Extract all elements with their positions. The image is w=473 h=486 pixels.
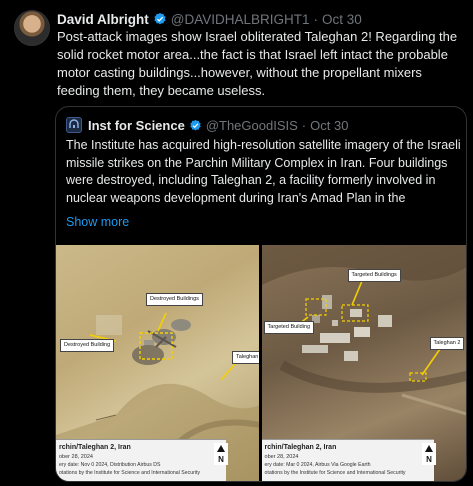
caption-title: rchin/Taleghan 2, Iran xyxy=(59,444,131,451)
image-caption: rchin/Taleghan 2, Iran ober 28, 2024 ery… xyxy=(56,439,226,481)
institute-logo-icon xyxy=(66,117,82,133)
author-name[interactable]: David Albright xyxy=(57,12,149,27)
tag-destroyed-building: Destroyed Building xyxy=(60,339,115,352)
caption-date: ober 28, 2024 xyxy=(59,454,93,460)
caption-credit: ery date: Mar 0 2024, Airbus Via Google … xyxy=(264,462,371,468)
quote-time[interactable]: Oct 30 xyxy=(310,118,348,133)
image-gallery: Destroyed Buildings Destroyed Building T… xyxy=(56,245,466,481)
author-avatar[interactable] xyxy=(14,10,50,46)
caption-title: rchin/Taleghan 2, Iran xyxy=(264,444,337,451)
separator: · xyxy=(313,11,319,27)
north-label: N xyxy=(218,455,224,464)
tag-targeted-building: Targeted Building xyxy=(263,321,315,334)
tag-taleghan-2: Taleghan 2 xyxy=(429,337,465,350)
post-time[interactable]: Oct 30 xyxy=(322,12,362,27)
quote-text: The Institute has acquired high-resoluti… xyxy=(66,138,461,205)
show-more-link[interactable]: Show more xyxy=(66,215,129,229)
quote-author-name[interactable]: Inst for Science xyxy=(88,118,185,133)
caption-credit: ery date: Nov 0 2024, Distribution Airbu… xyxy=(59,462,161,468)
tag-taleghan: Taleghan xyxy=(232,351,259,364)
caption-note: otations by the Institute for Science an… xyxy=(59,470,201,476)
post-text: Post-attack images show Israel obliterat… xyxy=(57,29,458,98)
north-arrow-icon: N xyxy=(421,443,436,465)
north-arrow-icon: N xyxy=(214,443,228,465)
tag-targeted-buildings: Targeted Buildings xyxy=(347,269,401,282)
satellite-image-pre-attack[interactable]: Targeted Buildings Targeted Building Tal… xyxy=(261,245,466,481)
tag-destroyed-buildings: Destroyed Buildings xyxy=(146,293,203,306)
image-caption: rchin/Taleghan 2, Iran ober 28, 2024 ery… xyxy=(261,439,434,481)
satellite-image-post-attack[interactable]: Destroyed Buildings Destroyed Building T… xyxy=(56,245,259,481)
verified-badge-icon xyxy=(154,12,166,25)
separator: · xyxy=(301,117,307,133)
north-label: N xyxy=(426,455,432,464)
verified-badge-icon xyxy=(190,119,201,131)
caption-note: otations by the Institute for Science an… xyxy=(264,470,406,476)
quote-author-handle[interactable]: @TheGoodISIS xyxy=(206,118,298,133)
quoted-post[interactable]: Inst for Science @TheGoodISIS · Oct 30 T… xyxy=(55,106,467,482)
caption-date: ober 28, 2024 xyxy=(264,454,299,460)
author-handle[interactable]: @DAVIDHALBRIGHT1 xyxy=(171,12,310,27)
quote-header: Inst for Science @TheGoodISIS · Oct 30 xyxy=(66,116,348,134)
post: David Albright @DAVIDHALBRIGHT1 · Oct 30… xyxy=(0,0,473,486)
post-header: David Albright @DAVIDHALBRIGHT1 · Oct 30 xyxy=(57,10,362,28)
